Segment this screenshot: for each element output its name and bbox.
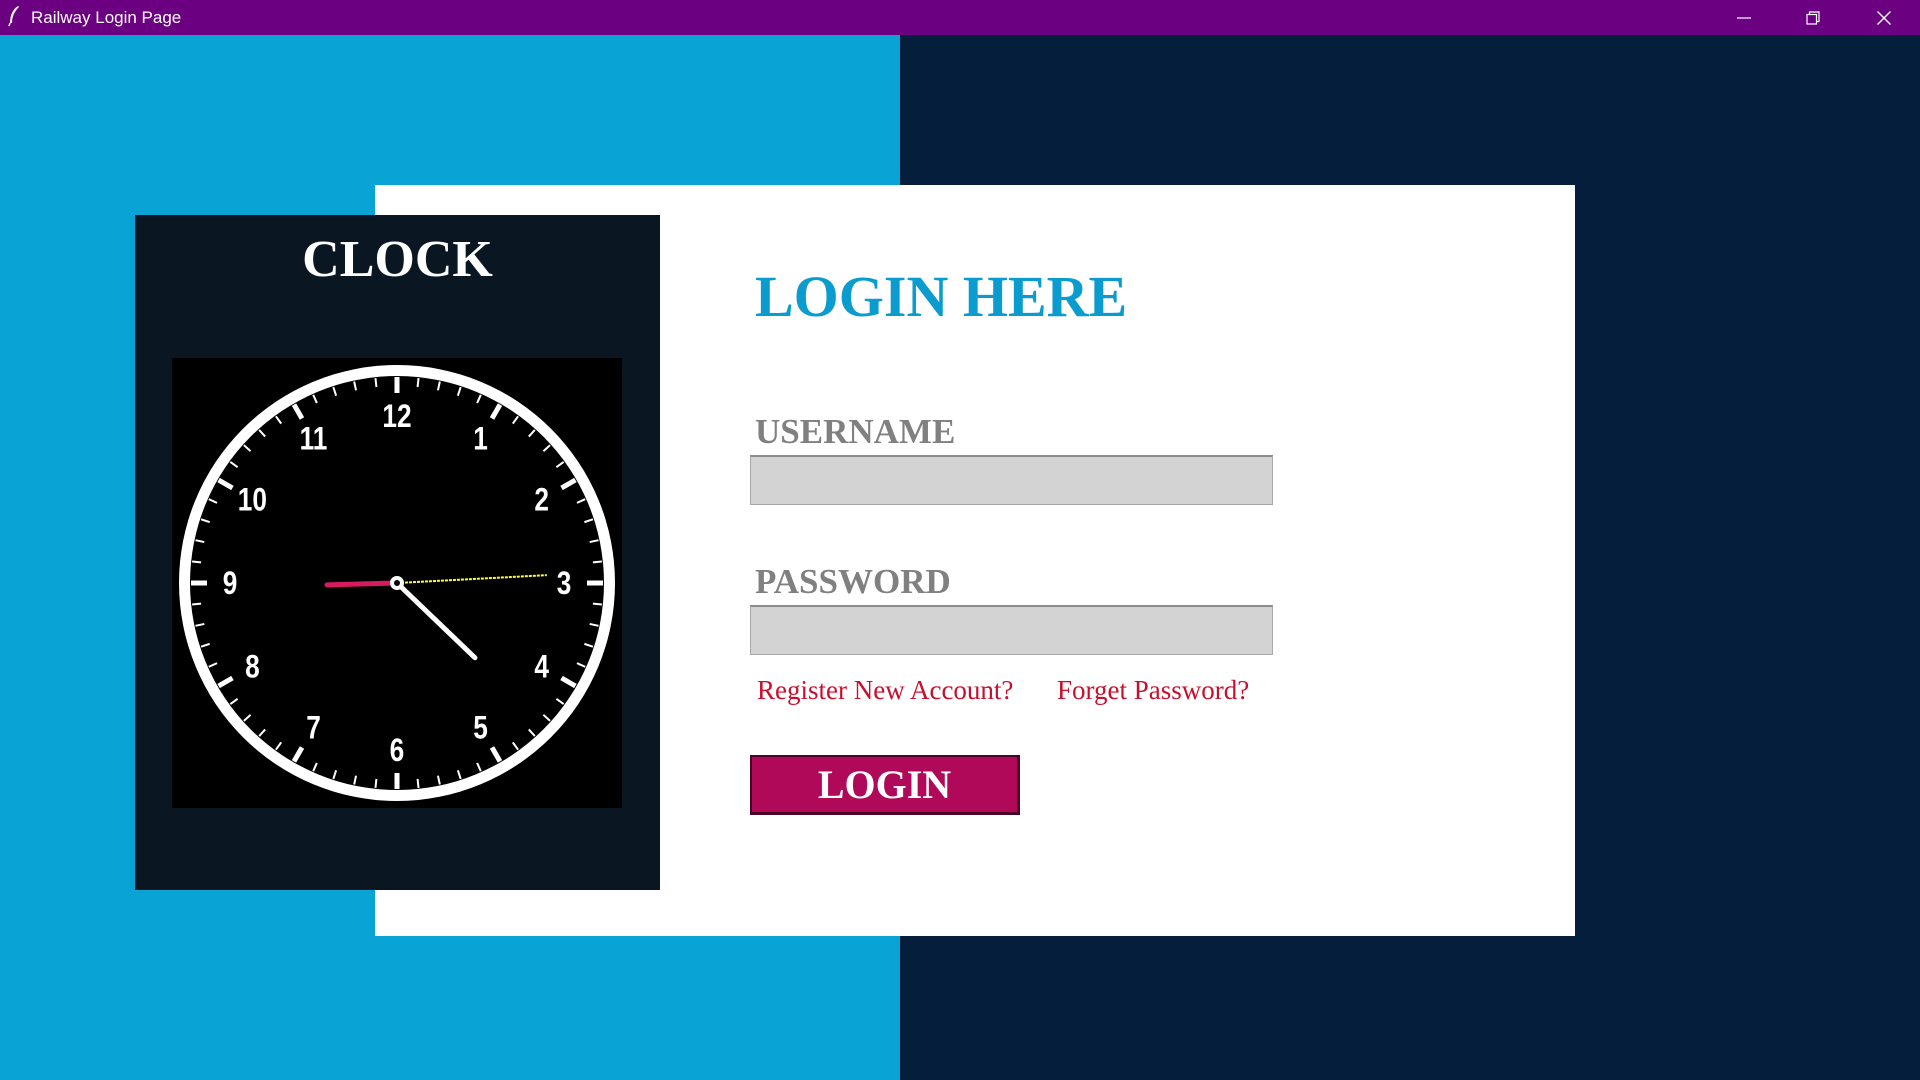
restore-button[interactable] bbox=[1779, 0, 1847, 35]
minute-tick bbox=[374, 778, 378, 788]
clock-panel: CLOCK 12 1 2 3 4 5 6 7 8 9 10 11 bbox=[135, 215, 660, 890]
username-label: USERNAME bbox=[755, 412, 956, 451]
minimize-button[interactable] bbox=[1710, 0, 1778, 35]
minute-tick bbox=[192, 602, 202, 606]
username-input[interactable] bbox=[750, 455, 1273, 505]
password-label: PASSWORD bbox=[755, 562, 951, 601]
clock-numeral: 4 bbox=[534, 650, 549, 685]
forgot-password-link[interactable]: Forget Password? bbox=[1057, 670, 1249, 710]
hour-hand bbox=[324, 580, 400, 588]
minute-tick bbox=[592, 560, 602, 564]
minute-tick bbox=[192, 560, 202, 564]
password-input[interactable] bbox=[750, 605, 1273, 655]
clock-numeral: 2 bbox=[534, 483, 549, 518]
register-link[interactable]: Register New Account? bbox=[757, 670, 1013, 710]
minimize-icon bbox=[1737, 16, 1751, 19]
clock-numeral: 6 bbox=[390, 734, 405, 769]
minute-tick bbox=[416, 778, 420, 788]
clock-center-dot bbox=[394, 580, 400, 586]
clock-numeral: 11 bbox=[300, 422, 328, 457]
clock-numeral: 3 bbox=[557, 567, 572, 602]
minute-tick bbox=[416, 378, 420, 388]
minute-tick bbox=[374, 378, 378, 388]
clock-title: CLOCK bbox=[302, 231, 493, 288]
clock-face-svg: 121234567891011 bbox=[179, 365, 615, 801]
close-button[interactable] bbox=[1850, 0, 1918, 35]
clock-numeral: 12 bbox=[382, 400, 411, 435]
close-icon bbox=[1877, 10, 1891, 25]
clock-numeral: 1 bbox=[473, 422, 488, 457]
clock-numeral: 10 bbox=[238, 483, 267, 518]
minute-tick bbox=[592, 602, 602, 606]
title-bar: Railway Login Page bbox=[0, 0, 1920, 35]
login-button[interactable]: LOGIN bbox=[750, 755, 1020, 815]
clock-numeral: 7 bbox=[306, 711, 321, 746]
clock-numeral: 8 bbox=[245, 650, 260, 685]
window-title: Railway Login Page bbox=[31, 8, 182, 27]
clock-numeral: 5 bbox=[473, 711, 488, 746]
feather-icon bbox=[8, 6, 19, 27]
login-heading: LOGIN HERE bbox=[755, 264, 1128, 329]
clock-numeral: 9 bbox=[223, 567, 238, 602]
restore-icon bbox=[1806, 10, 1820, 25]
app-window: Railway Login Page CLOCK 12 1 2 3 4 5 6 7 8 9 10 11 bbox=[0, 0, 1920, 1080]
analog-clock: 12 1 2 3 4 5 6 7 8 9 10 11 bbox=[172, 358, 622, 808]
